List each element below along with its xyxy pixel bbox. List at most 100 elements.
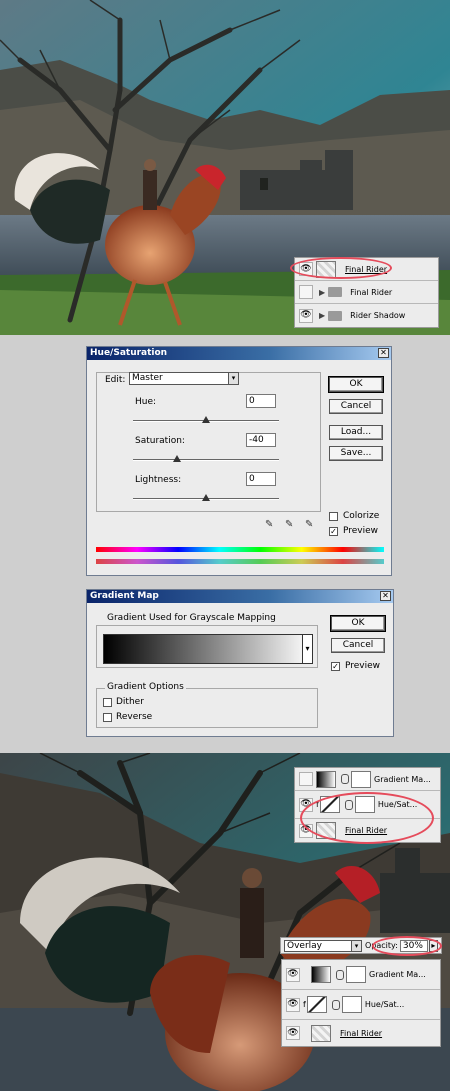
blend-options-bar: Overlay ▾ Opacity: 30% ▸ <box>280 937 442 954</box>
preview-checkbox[interactable]: ✓ <box>331 662 340 671</box>
chain-link-icon[interactable] <box>344 799 353 810</box>
dialog-title: Hue/Saturation <box>90 348 168 358</box>
saturation-slider-track[interactable] <box>133 459 279 461</box>
save-button[interactable]: Save... <box>329 446 383 461</box>
visibility-toggle[interactable] <box>299 285 313 299</box>
input-color-bar <box>96 547 384 552</box>
cancel-button[interactable]: Cancel <box>329 399 383 414</box>
edit-select-value: Master <box>132 373 163 383</box>
lightness-input[interactable]: 0 <box>246 472 276 486</box>
edit-groupbox <box>96 372 321 512</box>
eye-icon[interactable]: 👁 <box>299 262 313 276</box>
gradient-options-title: Gradient Options <box>105 682 186 692</box>
eye-icon[interactable]: 👁 <box>286 1026 300 1040</box>
load-button[interactable]: Load... <box>329 425 383 440</box>
preview-checkbox[interactable]: ✓ <box>329 527 338 536</box>
layer-name: Gradient Ma... <box>374 774 431 784</box>
saturation-input[interactable]: -40 <box>246 433 276 447</box>
edit-label: Edit: <box>103 375 128 385</box>
dither-label: Dither <box>116 697 144 707</box>
layer-thumbnail <box>316 822 336 839</box>
layer-row-gradient-map[interactable]: 👁 Gradient Ma... <box>282 960 440 990</box>
layer-name: Final Rider <box>350 287 393 297</box>
edit-select[interactable]: Master ▾ <box>129 372 239 385</box>
eyedropper-plus-icon[interactable]: ✎ <box>285 519 293 530</box>
expand-triangle-icon[interactable]: ▶ <box>319 288 325 297</box>
chain-link-icon[interactable] <box>336 969 344 980</box>
folder-icon <box>328 287 343 297</box>
expand-triangle-icon[interactable]: ▶ <box>319 311 325 320</box>
eye-icon[interactable]: 👁 <box>286 997 300 1012</box>
opacity-input[interactable]: 30% <box>399 939 428 952</box>
bottom-scene-image: Gradient Ma... 👁 f Hue/Sat... 👁 Final Ri… <box>0 753 450 1091</box>
hue-slider-knob[interactable] <box>202 416 210 423</box>
dialog-title-bar[interactable]: Hue/Saturation ✕ <box>87 347 391 360</box>
dialog-title-bar[interactable]: Gradient Map ✕ <box>87 590 393 603</box>
gradient-preview-picker[interactable] <box>103 634 313 664</box>
layer-name: Rider Shadow <box>350 311 406 320</box>
layer-row-final-rider[interactable]: 👁 Final Rider <box>295 258 438 281</box>
gradient-group-title: Gradient Used for Grayscale Mapping <box>105 613 278 623</box>
eye-icon[interactable]: 👁 <box>299 308 313 323</box>
chevron-down-icon[interactable]: ▾ <box>228 373 238 384</box>
preview-label: Preview <box>343 526 379 536</box>
layer-name: Gradient Ma... <box>369 970 426 979</box>
preview-label: Preview <box>345 661 381 671</box>
top-scene-image: 👁 Final Rider ▶ Final Rider 👁 ▶ Rider Sh… <box>0 0 450 335</box>
layer-name: Final Rider <box>345 826 388 835</box>
saturation-slider-knob[interactable] <box>173 455 181 462</box>
layer-row-final-rider[interactable]: 👁 Final Rider <box>282 1020 440 1046</box>
visibility-toggle[interactable] <box>299 772 313 786</box>
eye-icon[interactable]: 👁 <box>299 797 313 812</box>
layer-name: Final Rider <box>340 1028 383 1038</box>
layers-panel-final: 👁 Gradient Ma... 👁 f Hue/Sat... 👁 Final … <box>281 959 441 1047</box>
gradient-dropdown-arrow[interactable]: ▾ <box>302 634 313 664</box>
colorize-label: Colorize <box>343 511 380 521</box>
layer-row-hue-saturation[interactable]: 👁 f Hue/Sat... <box>282 990 440 1020</box>
saturation-label: Saturation: <box>135 436 185 446</box>
layer-row-final-rider-group[interactable]: ▶ Final Rider <box>295 281 438 304</box>
layers-panel-adjustments: Gradient Ma... 👁 f Hue/Sat... 👁 Final Ri… <box>294 767 441 843</box>
hue-input[interactable]: 0 <box>246 394 276 408</box>
ok-button[interactable]: OK <box>330 615 386 632</box>
folder-icon <box>328 310 343 321</box>
close-icon[interactable]: ✕ <box>380 591 391 601</box>
eyedropper-minus-icon[interactable]: ✎ <box>305 519 313 530</box>
mask-thumbnail <box>354 796 375 813</box>
lightness-slider-knob[interactable] <box>202 494 210 501</box>
reverse-checkbox[interactable] <box>103 713 112 722</box>
chain-link-icon[interactable] <box>331 999 340 1010</box>
layer-name: Final Rider <box>345 264 388 274</box>
lightness-label: Lightness: <box>135 475 182 485</box>
gradient-options-groupbox <box>96 688 318 728</box>
mask-thumbnail <box>341 996 362 1013</box>
layer-row-rider-shadow[interactable]: 👁 ▶ Rider Shadow <box>295 304 438 327</box>
ok-button[interactable]: OK <box>328 376 384 393</box>
dither-checkbox[interactable] <box>103 698 112 707</box>
chevron-down-icon: ▾ <box>305 644 310 653</box>
dialog-title: Gradient Map <box>90 591 159 601</box>
opacity-label: Opacity: <box>365 941 398 950</box>
chevron-down-icon[interactable]: ▾ <box>351 940 361 951</box>
clip-arrow-icon: f <box>316 800 319 809</box>
eyedropper-icon[interactable]: ✎ <box>265 519 273 530</box>
layer-row-hue-saturation[interactable]: 👁 f Hue/Sat... <box>295 791 440 819</box>
eye-icon[interactable]: 👁 <box>299 823 313 838</box>
gradient-map-dialog: Gradient Map ✕ Gradient Used for Graysca… <box>86 589 394 737</box>
close-icon[interactable]: ✕ <box>378 348 389 358</box>
cancel-button[interactable]: Cancel <box>331 638 385 653</box>
blend-mode-select[interactable]: Overlay ▾ <box>284 939 362 952</box>
layer-row-gradient-map[interactable]: Gradient Ma... <box>295 768 440 791</box>
layer-name: Hue/Sat... <box>364 1000 405 1009</box>
output-color-bar <box>96 559 384 564</box>
eye-icon[interactable]: 👁 <box>286 967 300 982</box>
adjustment-thumbnail <box>316 770 336 788</box>
mask-thumbnail <box>346 966 366 983</box>
layer-row-final-rider[interactable]: 👁 Final Rider <box>295 819 440 842</box>
colorize-checkbox[interactable] <box>329 512 338 521</box>
blend-mode-value: Overlay <box>287 940 322 951</box>
mask-thumbnail <box>351 770 371 788</box>
layer-thumbnail <box>316 260 336 278</box>
chain-link-icon[interactable] <box>341 774 349 784</box>
opacity-flyout-icon[interactable]: ▸ <box>428 939 438 952</box>
